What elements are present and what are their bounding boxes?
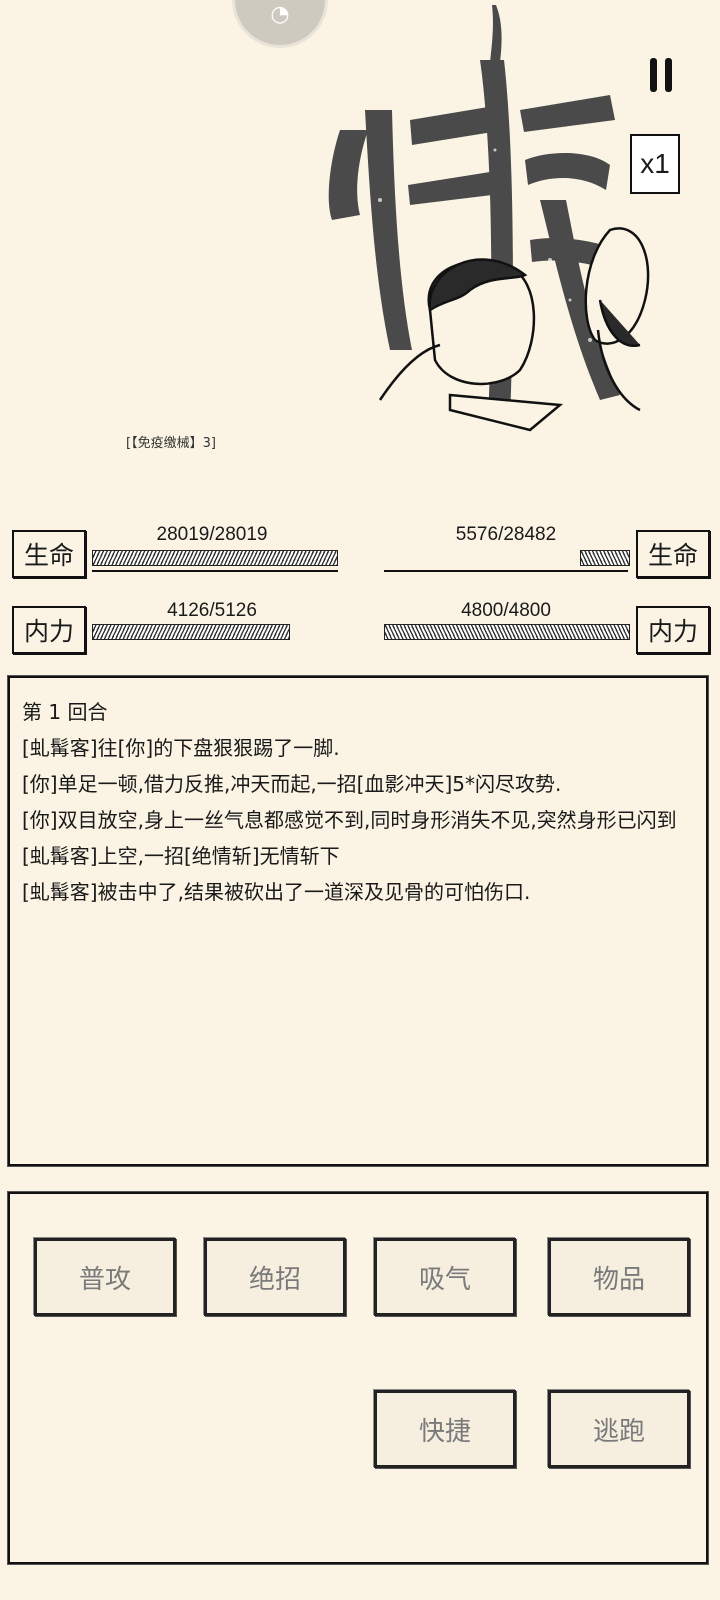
bulb-icon: ◔ xyxy=(270,2,290,27)
pause-icon[interactable] xyxy=(648,58,676,94)
enemy-mp-label: 内力 xyxy=(636,606,710,654)
breathe-button[interactable]: 吸气 xyxy=(374,1238,516,1316)
player-hp-baseline xyxy=(92,570,338,572)
ultimate-button[interactable]: 绝招 xyxy=(204,1238,346,1316)
enemy-hp-bar xyxy=(580,550,630,566)
battle-log[interactable]: 第 1 回合 [虬髯客]往[你]的下盘狠狠踢了一脚. [你]单足一顿,借力反推,… xyxy=(8,676,708,1166)
enemy-hp-label: 生命 xyxy=(636,530,710,578)
quick-button[interactable]: 快捷 xyxy=(374,1390,516,1468)
player-mp-bar xyxy=(92,624,290,640)
player-hp-value: 28019/28019 xyxy=(156,524,268,545)
items-button[interactable]: 物品 xyxy=(548,1238,690,1316)
log-line: [虬髯客]往[你]的下盘狠狠踢了一脚. xyxy=(22,736,340,760)
log-line: [你]双目放空,身上一丝气息都感觉不到,同时身形消失不见,突然身形已闪到[虬髯客… xyxy=(22,808,677,868)
player-mp-label: 内力 xyxy=(12,606,86,654)
top-menu-handle[interactable]: ◔ xyxy=(232,0,328,48)
log-line: [虬髯客]被击中了,结果被砍出了一道深及见骨的可怕伤口. xyxy=(22,880,531,904)
status-effect-text: [【免疫缴械】3] xyxy=(126,436,216,451)
enemy-mp-bar xyxy=(384,624,630,640)
enemy-mp-value: 4800/4800 xyxy=(461,600,551,621)
flee-button[interactable]: 逃跑 xyxy=(548,1390,690,1468)
enemy-hp-value: 5576/28482 xyxy=(455,524,557,545)
player-hp-label: 生命 xyxy=(12,530,86,578)
log-line: [你]单足一顿,借力反推,冲天而起,一招[血影冲天]5*闪尽攻势. xyxy=(22,772,562,796)
log-line: 第 1 回合 xyxy=(22,700,108,724)
player-mp-value: 4126/5126 xyxy=(167,600,257,621)
action-panel: 普攻 绝招 吸气 物品 快捷 逃跑 xyxy=(8,1192,708,1564)
player-hp-bar xyxy=(92,550,338,566)
enemy-hp-baseline xyxy=(384,570,628,572)
attack-button[interactable]: 普攻 xyxy=(34,1238,176,1316)
battle-scene-illustration xyxy=(328,5,650,432)
